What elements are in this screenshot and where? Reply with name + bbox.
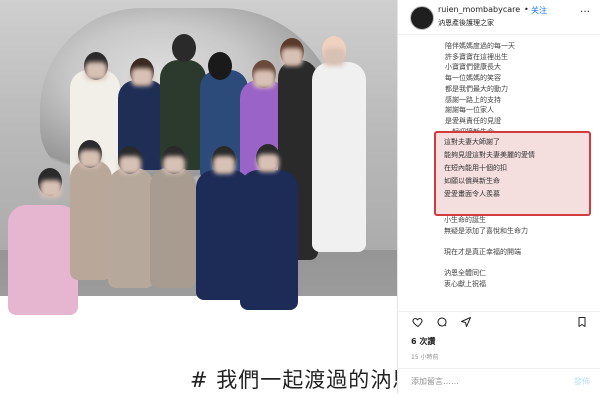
highlight-line: 愛愛畫面令人羨慕 xyxy=(444,190,500,198)
caption-line-blank xyxy=(444,236,594,247)
face-blur xyxy=(213,156,235,174)
person-7 xyxy=(312,62,366,252)
person-4-head xyxy=(208,52,232,80)
highlighted-caption-box: 這對夫妻大師謝了 能夠見證這對夫妻美麗的愛情 在短內能用十個的扣 如願以償與新生… xyxy=(434,131,591,216)
post-comment-button[interactable]: 發佈 xyxy=(574,376,590,387)
face-blur xyxy=(281,48,303,66)
caption-block: 陪伴媽媽度過的每一天 許多寶寶在這裡出生 小寶寶們健康長大 每一位媽媽的笑容 都… xyxy=(445,41,595,137)
highlight-line: 能夠見證這對夫妻美麗的愛情 xyxy=(444,151,535,159)
separator-dot: • xyxy=(524,5,529,14)
face-blur xyxy=(163,156,185,174)
face-blur xyxy=(257,154,279,172)
caption-line: 許多寶寶在這裡出生 xyxy=(445,52,508,61)
post-actions-bar xyxy=(397,311,600,332)
author-username[interactable]: ruien_mombabycare xyxy=(438,5,520,14)
caption-line: 謝謝每一位家人 xyxy=(445,106,494,115)
post-photo[interactable]: # 我們一起渡過的汭恩時 xyxy=(0,0,397,394)
caption-line: 衷心獻上祝福 xyxy=(444,280,486,289)
post-timestamp[interactable]: 15 小時前 xyxy=(411,352,439,361)
instagram-post-frame: # 我們一起渡過的汭恩時 ruien_mombabycare • 关注 汭恩產後… xyxy=(0,0,600,394)
caption-after-block: 小生命的誕生 無疑是添加了喜悅和生命力 現在才是真正幸福的開端 汭恩全體同仁 衷… xyxy=(444,215,594,290)
caption-line-blank xyxy=(444,258,594,269)
face-blur xyxy=(253,70,275,88)
caption-line: 是愛與責任的見證 xyxy=(445,116,501,125)
avatar[interactable] xyxy=(410,6,434,30)
post-header: ruien_mombabycare • 关注 汭恩產後護理之家 … xyxy=(398,0,600,35)
caption-line: 小寶寶們健康長大 xyxy=(445,63,501,72)
person-10 xyxy=(108,168,154,288)
person-11 xyxy=(150,168,196,288)
caption-line: 陪伴媽媽度過的每一天 xyxy=(445,42,515,50)
post-location[interactable]: 汭恩產後護理之家 xyxy=(438,18,494,28)
caption-line: 汭恩全體同仁 xyxy=(444,269,486,278)
person-8 xyxy=(8,205,78,315)
person-13 xyxy=(240,170,298,310)
heart-icon[interactable] xyxy=(411,316,425,328)
comment-divider xyxy=(397,368,600,369)
caption-line: 小生命的誕生 xyxy=(444,216,486,224)
face-blur xyxy=(79,150,101,168)
bookmark-icon[interactable] xyxy=(575,316,589,328)
likes-count[interactable]: 6 次讚 xyxy=(411,336,435,347)
highlight-line: 這對夫妻大師謝了 xyxy=(444,138,500,146)
follow-button[interactable]: 关注 xyxy=(531,5,547,16)
face-blur xyxy=(85,62,107,80)
caption-line: 每一位媽媽的笑容 xyxy=(445,74,501,83)
caption-line: 無疑是添加了喜悅和生命力 xyxy=(444,226,528,235)
highlight-line: 在短內能用十個的扣 xyxy=(444,164,507,172)
more-options-icon[interactable]: … xyxy=(580,4,590,15)
caption-line: 現在才是真正幸福的開端 xyxy=(444,248,521,257)
photo-caption: # 我們一起渡過的汭恩時 xyxy=(190,368,397,392)
caption-line: 都是我們最大的動力 xyxy=(445,84,508,93)
person-9 xyxy=(70,160,112,280)
comment-input[interactable]: 添加留言…… xyxy=(411,376,459,387)
face-blur xyxy=(323,48,345,66)
highlight-line: 如願以償與新生命 xyxy=(444,177,500,185)
share-icon[interactable] xyxy=(459,316,473,328)
face-blur xyxy=(119,156,141,174)
face-blur xyxy=(131,68,153,86)
caption-line: 感謝一路上的支持 xyxy=(445,95,501,104)
face-blur xyxy=(40,180,62,198)
comment-icon[interactable] xyxy=(435,316,449,328)
person-3-head xyxy=(172,34,196,62)
